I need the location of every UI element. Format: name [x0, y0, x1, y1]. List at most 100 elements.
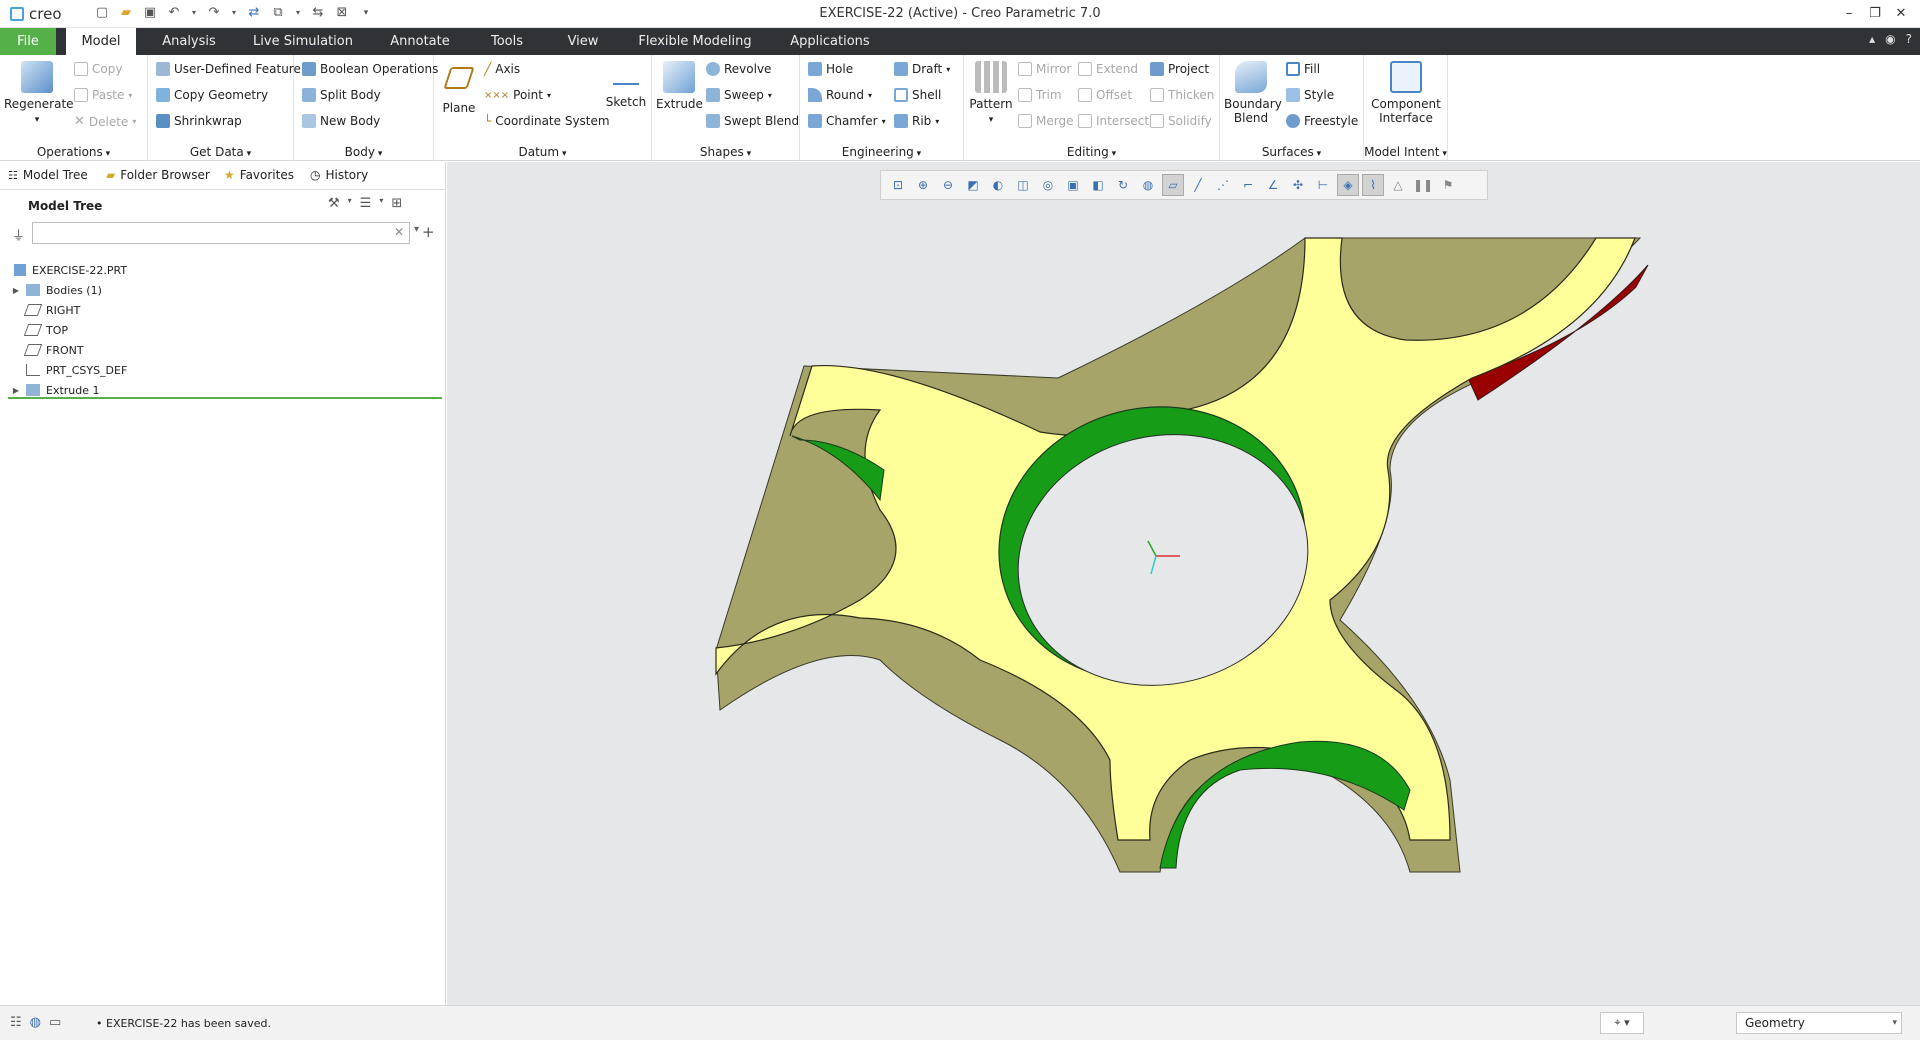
shading-icon[interactable]: ◈	[1337, 174, 1359, 196]
show-dropdown-icon[interactable]: ▾	[379, 196, 383, 211]
group-label-engineering[interactable]: Engineering	[800, 145, 963, 159]
help-icon[interactable]: ?	[1906, 32, 1912, 46]
pattern-button[interactable]: Pattern ▾	[966, 61, 1016, 127]
tag-display-icon[interactable]: ⊢	[1312, 174, 1334, 196]
tree-settings-icon[interactable]: ⚒	[328, 196, 340, 211]
warning-display-icon[interactable]: △	[1387, 174, 1409, 196]
restore-icon[interactable]: ❐	[1862, 3, 1888, 25]
expand-icon[interactable]: ▶	[10, 286, 22, 295]
intersect-button[interactable]: Intersect	[1078, 114, 1149, 128]
zoom-in-icon[interactable]: ⊕	[912, 174, 934, 196]
saved-orientations-icon[interactable]: ◫	[1012, 174, 1034, 196]
swept-blend-button[interactable]: Swept Blend	[706, 114, 799, 128]
thicken-button[interactable]: Thicken	[1150, 88, 1214, 102]
part-model[interactable]	[447, 162, 1920, 1005]
switch-window-icon[interactable]: ⇆	[310, 5, 326, 21]
tab-model[interactable]: Model	[66, 28, 136, 55]
boolean-operations-button[interactable]: Boolean Operations	[302, 62, 438, 76]
add-filter-icon[interactable]: +	[422, 223, 435, 241]
display-style-icon[interactable]: ◐	[987, 174, 1009, 196]
zoom-out-icon[interactable]: ⊖	[937, 174, 959, 196]
tab-analysis[interactable]: Analysis	[152, 28, 226, 55]
undo-dropdown-icon[interactable]: ▾	[190, 5, 198, 21]
tree-columns-icon[interactable]: ⊞	[391, 196, 402, 211]
tree-item-right[interactable]: RIGHT	[10, 301, 80, 319]
plane-button[interactable]: Plane	[438, 61, 480, 115]
split-body-button[interactable]: Split Body	[302, 88, 381, 102]
axis-display-icon[interactable]: ╱	[1187, 174, 1209, 196]
mirror-button[interactable]: Mirror	[1018, 62, 1071, 76]
boundary-blend-button[interactable]: Boundary Blend	[1224, 61, 1282, 125]
perspective-icon[interactable]: ▣	[1062, 174, 1084, 196]
search-dropdown-icon[interactable]: ▾	[414, 224, 419, 235]
redo-icon[interactable]: ↷	[206, 5, 222, 21]
spin-center-icon[interactable]: ↻	[1112, 174, 1134, 196]
tree-item-bodies[interactable]: ▶ Bodies (1)	[10, 281, 102, 299]
rib-button[interactable]: Rib ▾	[894, 114, 939, 128]
tab-view[interactable]: View	[556, 28, 610, 55]
tab-applications[interactable]: Applications	[780, 28, 880, 55]
tree-item-part[interactable]: EXERCISE-22.PRT	[10, 261, 127, 279]
group-label-get-data[interactable]: Get Data	[148, 145, 293, 159]
expand-icon[interactable]: ▶	[10, 386, 22, 395]
delete-button[interactable]: ✕ Delete ▾	[74, 114, 136, 129]
trim-button[interactable]: Trim	[1018, 88, 1062, 102]
draft-button[interactable]: Draft ▾	[894, 62, 950, 76]
clear-search-icon[interactable]: ✕	[394, 225, 404, 239]
customize-toolbar-icon[interactable]: ▾	[358, 5, 374, 21]
redo-dropdown-icon[interactable]: ▾	[230, 5, 238, 21]
axis-button[interactable]: ╱ Axis	[484, 62, 520, 76]
appearance-icon[interactable]: ◍	[1137, 174, 1159, 196]
tab-favorites[interactable]: ★ Favorites	[224, 168, 294, 182]
toggle-browser-icon[interactable]: ◍	[30, 1015, 41, 1030]
extend-button[interactable]: Extend	[1078, 62, 1138, 76]
point-display-icon[interactable]: ⋰	[1212, 174, 1234, 196]
insert-here-marker[interactable]	[8, 397, 442, 399]
help-search-icon[interactable]: ◉	[1885, 32, 1895, 46]
group-label-shapes[interactable]: Shapes	[652, 145, 799, 159]
tree-search-input[interactable]	[32, 222, 410, 244]
point-button[interactable]: ××× Point ▾	[484, 88, 551, 102]
filter-icon[interactable]: ⏚	[12, 225, 25, 244]
tab-file[interactable]: File	[0, 28, 56, 55]
minimize-icon[interactable]: –	[1836, 3, 1862, 25]
copy-button[interactable]: Copy	[74, 62, 122, 76]
shrinkwrap-button[interactable]: Shrinkwrap	[156, 114, 242, 128]
selection-filter-dropdown[interactable]: Geometry ▾	[1736, 1012, 1902, 1034]
tab-tools[interactable]: Tools	[478, 28, 536, 55]
revolve-button[interactable]: Revolve	[706, 62, 771, 76]
section-icon[interactable]: ◧	[1087, 174, 1109, 196]
group-label-surfaces[interactable]: Surfaces	[1220, 145, 1363, 159]
spin-display-icon[interactable]: ✣	[1287, 174, 1309, 196]
tab-annotate[interactable]: Annotate	[380, 28, 460, 55]
group-label-model-intent[interactable]: Model Intent	[1364, 145, 1447, 159]
sweep-button[interactable]: Sweep ▾	[706, 88, 772, 102]
chamfer-button[interactable]: Chamfer ▾	[808, 114, 886, 128]
curve-display-icon[interactable]: ⌇	[1362, 174, 1384, 196]
tree-settings-dropdown-icon[interactable]: ▾	[348, 196, 352, 211]
tab-history[interactable]: ◷ History	[310, 168, 368, 182]
tab-folder-browser[interactable]: ▰ Folder Browser	[106, 168, 210, 182]
tree-item-front[interactable]: FRONT	[10, 341, 84, 359]
shell-button[interactable]: Shell	[894, 88, 941, 102]
undo-icon[interactable]: ↶	[166, 5, 182, 21]
regenerate-small-icon[interactable]: ⇄	[246, 5, 262, 21]
csys-display-icon[interactable]: ⌐	[1237, 174, 1259, 196]
annotation-display-icon[interactable]: ∠	[1262, 174, 1284, 196]
repaint-icon[interactable]: ◩	[962, 174, 984, 196]
group-label-operations[interactable]: Operations	[0, 145, 147, 159]
show-icon[interactable]: ☰	[360, 196, 372, 211]
regenerate-button[interactable]: Regenerate ▾	[4, 61, 74, 127]
group-label-body[interactable]: Body	[294, 145, 433, 159]
view-manager-icon[interactable]: ◎	[1037, 174, 1059, 196]
save-icon[interactable]: ▣	[142, 5, 158, 21]
extrude-button[interactable]: Extrude	[656, 61, 703, 111]
hole-button[interactable]: Hole	[808, 62, 853, 76]
solidify-button[interactable]: Solidify	[1150, 114, 1212, 128]
copy-geometry-button[interactable]: Copy Geometry	[156, 88, 268, 102]
group-label-editing[interactable]: Editing	[964, 145, 1219, 159]
freestyle-button[interactable]: Freestyle	[1286, 114, 1358, 128]
component-interface-button[interactable]: Component Interface	[1368, 61, 1444, 125]
full-screen-icon[interactable]: ▭	[49, 1015, 61, 1030]
tab-flexible-modeling[interactable]: Flexible Modeling	[628, 28, 762, 55]
